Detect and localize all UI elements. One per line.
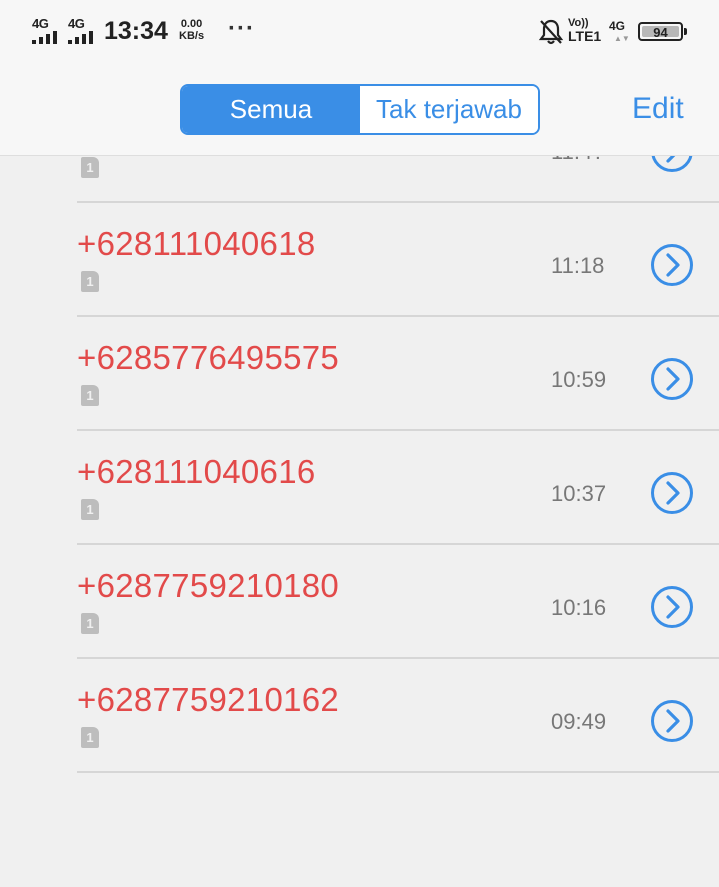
call-details-icon[interactable] [650,357,694,401]
caller-number: +6285776495575 [77,339,340,376]
data-network-type: 4G [609,19,626,33]
call-row[interactable]: +628111040618 1 11:18 [0,203,719,317]
speed-value: 0.00 [180,18,203,30]
sim-card-icon: 1 [81,499,99,520]
sim-card-icon: 1 [81,613,99,634]
battery-icon: 94 [638,22,687,41]
more-notifications-icon: ··· [228,15,255,42]
tab-missed[interactable]: Tak terjawab [360,86,538,133]
volte-bottom: LTE1 [568,28,602,44]
battery-level: 94 [653,25,668,40]
sim-card-icon: 1 [81,157,99,178]
caller-number: +628111040616 [77,453,316,490]
volte-icon: Vo)) LTE1 [568,17,601,43]
sim2-network-type: 4G [68,16,85,31]
call-row[interactable]: +6287759210162 1 09:49 [0,659,719,773]
network-speed: 0.00 KB/s [179,18,204,42]
call-row[interactable]: +628111040616 1 10:37 [0,431,719,545]
bell-muted-icon [538,19,564,45]
sim1-network-type: 4G [32,16,49,31]
call-time: 10:59 [551,367,607,392]
status-bar: 4G 4G 13:34 0.00 KB/s ··· Vo)) LTE1 4G ▲… [0,0,719,64]
call-time: 11:18 [551,253,605,278]
call-details-icon[interactable] [650,699,694,743]
sim-card-icon: 1 [81,727,99,748]
clock: 13:34 [104,17,168,45]
call-time: 10:37 [551,481,607,506]
speed-unit: KB/s [179,30,205,42]
caller-number: +6287759210180 [77,567,340,604]
call-row[interactable]: +6287759210180 1 10:16 [0,545,719,659]
tab-all[interactable]: Semua [182,86,360,133]
sim-card-icon: 1 [81,385,99,406]
caller-number: +628111040618 [77,225,316,262]
data-activity-icon: ▲▼ [614,34,630,43]
caller-number: +6287759210162 [77,681,340,718]
call-details-icon[interactable] [650,471,694,515]
call-details-icon[interactable] [650,243,694,287]
call-row[interactable] [0,773,719,887]
call-time: 10:16 [551,595,607,620]
call-log-header: Semua Tak terjawab Edit [0,64,719,156]
call-details-icon[interactable] [650,585,694,629]
call-time: 09:49 [551,709,607,734]
filter-segmented-control: Semua Tak terjawab [180,84,540,135]
call-row[interactable]: +6285776495575 1 10:59 [0,317,719,431]
sim-card-icon: 1 [81,271,99,292]
edit-button[interactable]: Edit [632,92,684,126]
